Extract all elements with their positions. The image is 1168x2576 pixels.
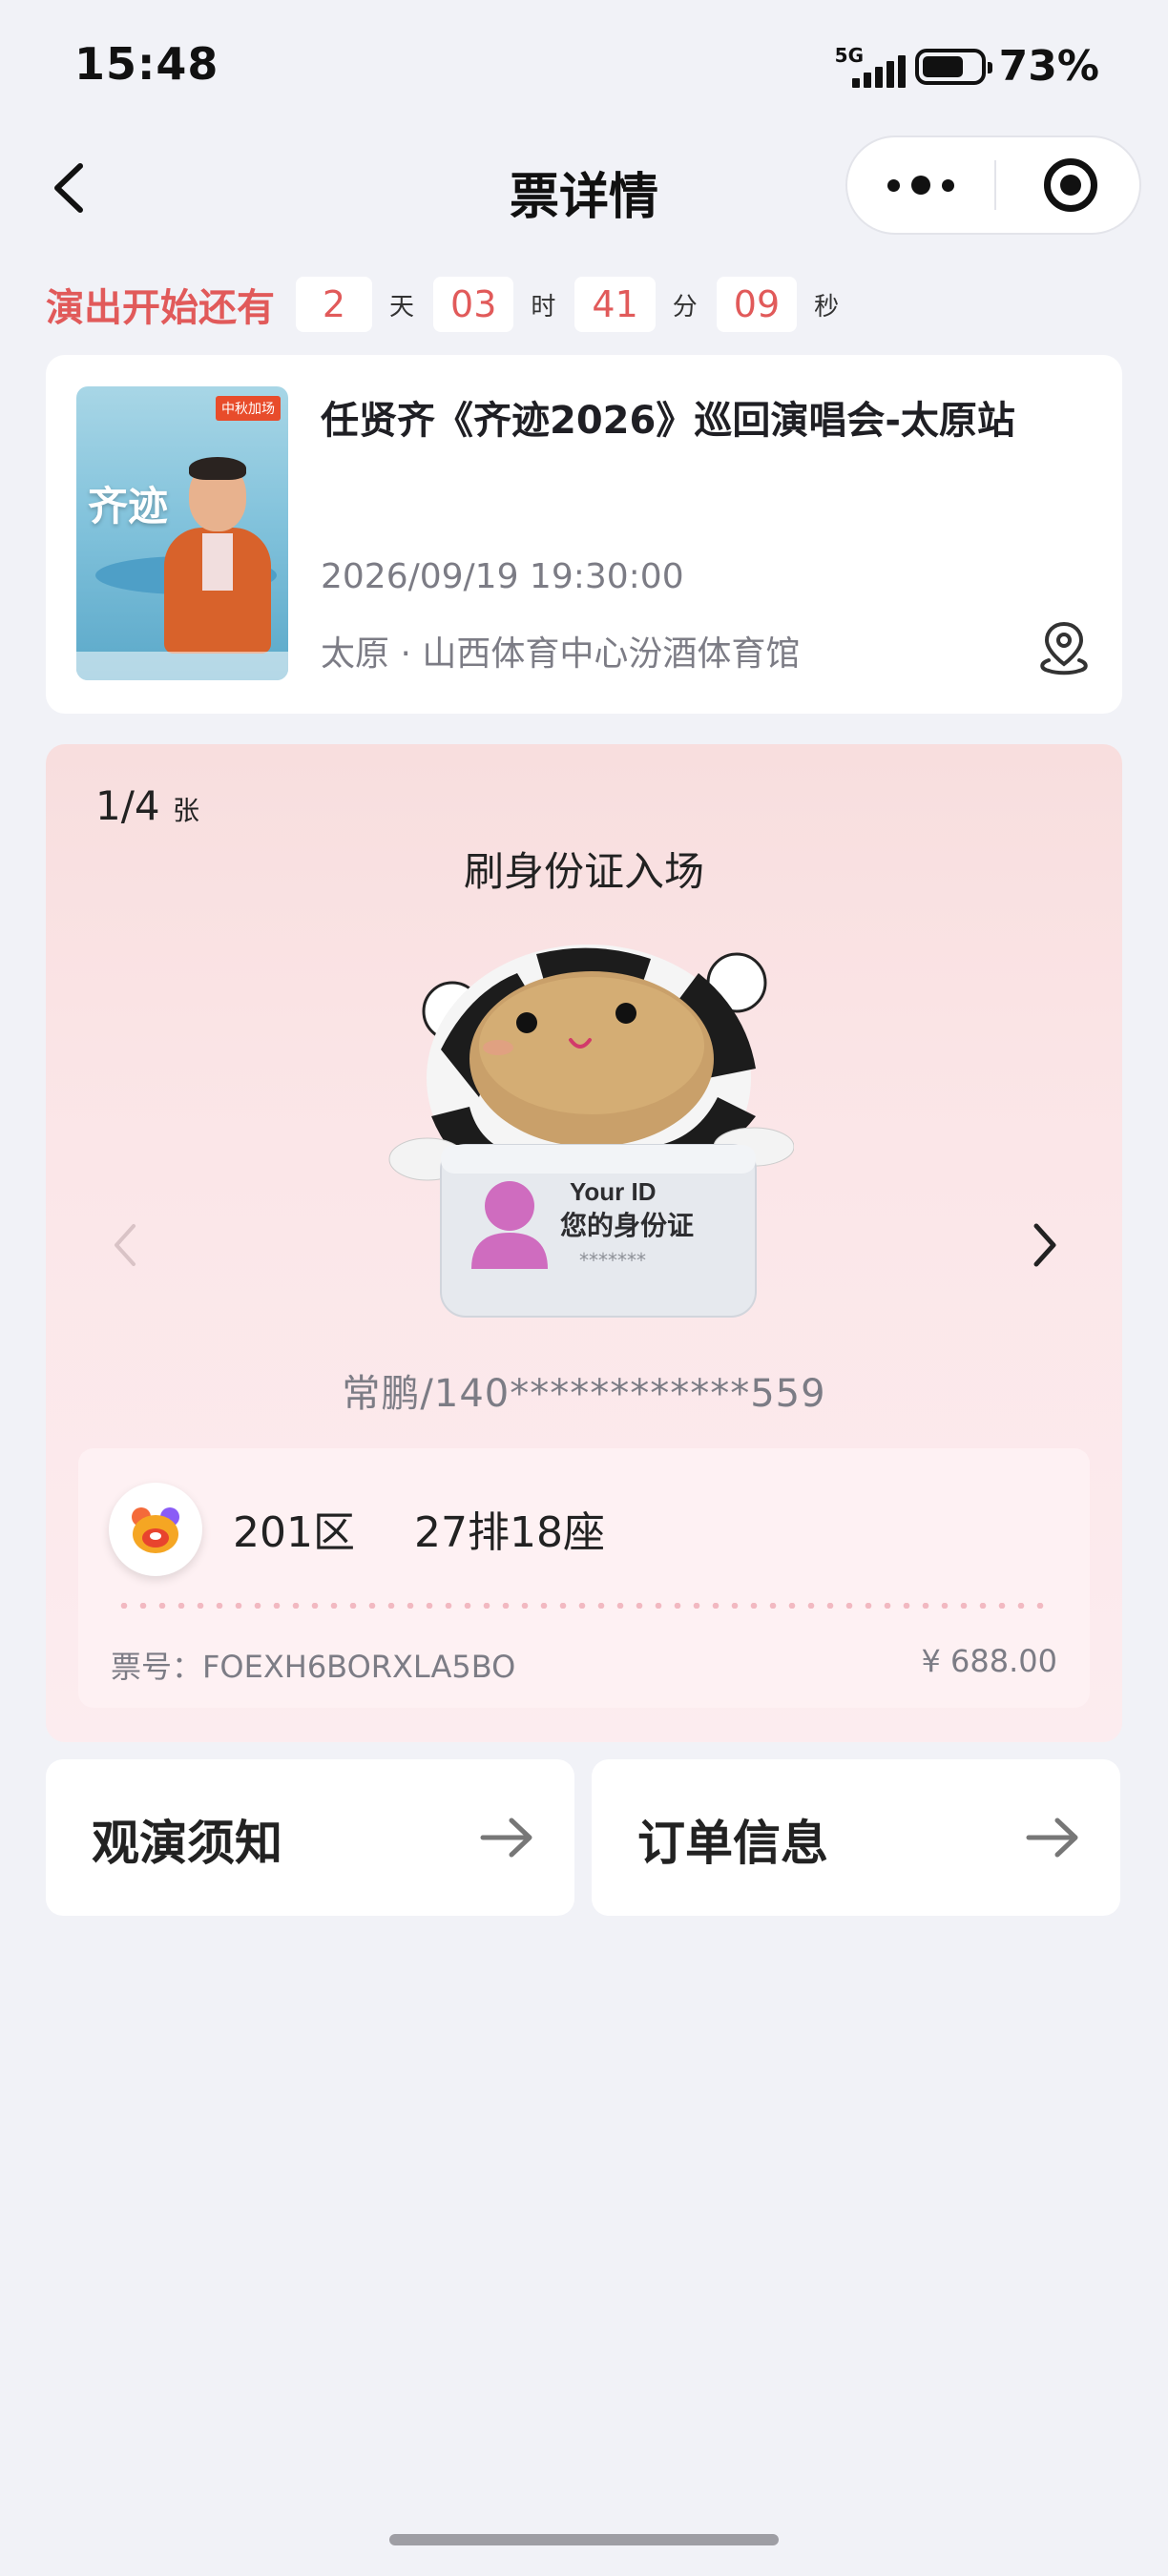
ticket-number: 票号：FOEXH6BORXLA5BO (111, 1643, 515, 1687)
arrow-right-icon (480, 1818, 532, 1858)
event-venue: 太原 · 山西体育中心汾酒体育馆 (321, 634, 801, 674)
brand-bear-icon (132, 1507, 179, 1553)
arrow-right-icon (1026, 1818, 1078, 1858)
countdown-seconds-unit: 秒 (814, 292, 840, 322)
brand-logo (109, 1483, 202, 1576)
ticket-number-label: 票号： (111, 1649, 203, 1685)
nav-bar: 票详情 (0, 134, 1168, 240)
dotted-divider (115, 1603, 1053, 1609)
viewing-notice-label: 观演须知 (92, 1816, 282, 1871)
battery-percent: 73% (998, 42, 1099, 91)
id-holder: 常鹏/140************559 (342, 1372, 826, 1416)
id-card-subtitle: 您的身份证 (560, 1210, 694, 1241)
signal-icon: 5G (835, 44, 906, 88)
poster-title: 齐迹 (88, 483, 169, 530)
ticket-index-value: 1/4 (95, 782, 160, 829)
ticket-price: ¥ 688.00 (921, 1643, 1058, 1679)
order-info-button[interactable]: 订单信息 (592, 1759, 1120, 1916)
more-button[interactable] (847, 137, 994, 233)
more-dots-icon (887, 178, 900, 192)
prev-ticket-button[interactable] (105, 1212, 143, 1278)
countdown-hours-unit: 时 (531, 292, 556, 322)
battery-icon (914, 48, 992, 85)
chevron-left-icon (115, 1224, 136, 1266)
event-poster[interactable]: 中秋加场 齐迹 (76, 386, 288, 680)
countdown-days: 2 (296, 277, 372, 332)
ticket-number-value: FOEXH6BORXLA5BO (202, 1649, 516, 1685)
location-pin-icon (1040, 621, 1088, 675)
location-button[interactable] (1034, 618, 1094, 677)
seat-detail: 27排18座 (413, 1508, 605, 1557)
seat-info: 201区 27排18座 (233, 1498, 605, 1559)
event-name: 任贤齐《齐迹2026》巡回演唱会-太原站 (321, 399, 1015, 443)
home-indicator[interactable] (389, 2534, 779, 2545)
countdown-hours: 03 (433, 277, 514, 332)
poster-artist-image (164, 453, 271, 654)
ticket-panel: 1/4 张 刷身份证入场 Your ID 您的身份证 ******* 常鹏/14… (46, 744, 1122, 1742)
poster-tag: 中秋加场 (216, 396, 281, 421)
countdown-seconds: 09 (716, 277, 798, 332)
ticket-index-unit: 张 (172, 795, 199, 826)
ticket-index: 1/4 张 (95, 782, 199, 829)
countdown: 演出开始还有 2 天 03 时 41 分 09 秒 (46, 275, 858, 334)
countdown-minutes: 41 (574, 277, 656, 332)
order-info-label: 订单信息 (637, 1816, 828, 1871)
viewing-notice-button[interactable]: 观演须知 (46, 1759, 574, 1916)
capsule-divider (994, 160, 996, 210)
mini-program-capsule (845, 135, 1141, 235)
id-card-title: Your ID (570, 1177, 657, 1206)
event-datetime: 2026/09/19 19:30:00 (321, 557, 684, 596)
battery-fill (922, 55, 963, 77)
seat-area: 201区 (233, 1508, 355, 1557)
close-miniprogram-button[interactable] (1044, 158, 1097, 212)
entry-method: 刷身份证入场 (463, 848, 704, 895)
seat-card: 201区 27排18座 票号：FOEXH6BORXLA5BO ¥ 688.00 (78, 1448, 1090, 1708)
countdown-days-unit: 天 (389, 292, 415, 322)
status-time: 15:48 (74, 38, 219, 90)
id-card-mask: ******* (579, 1249, 646, 1272)
next-ticket-button[interactable] (1025, 1212, 1063, 1278)
countdown-minutes-unit: 分 (672, 292, 698, 322)
id-card-mascot-illustration: Your ID 您的身份证 ******* (388, 945, 794, 1318)
event-card[interactable]: 中秋加场 齐迹 任贤齐《齐迹2026》巡回演唱会-太原站 2026/09/19 … (46, 355, 1122, 714)
status-bar: 15:48 5G 73% (0, 0, 1168, 134)
chevron-right-icon (1033, 1223, 1056, 1267)
countdown-label: 演出开始还有 (46, 286, 275, 330)
status-indicators: 5G 73% (835, 42, 1099, 91)
